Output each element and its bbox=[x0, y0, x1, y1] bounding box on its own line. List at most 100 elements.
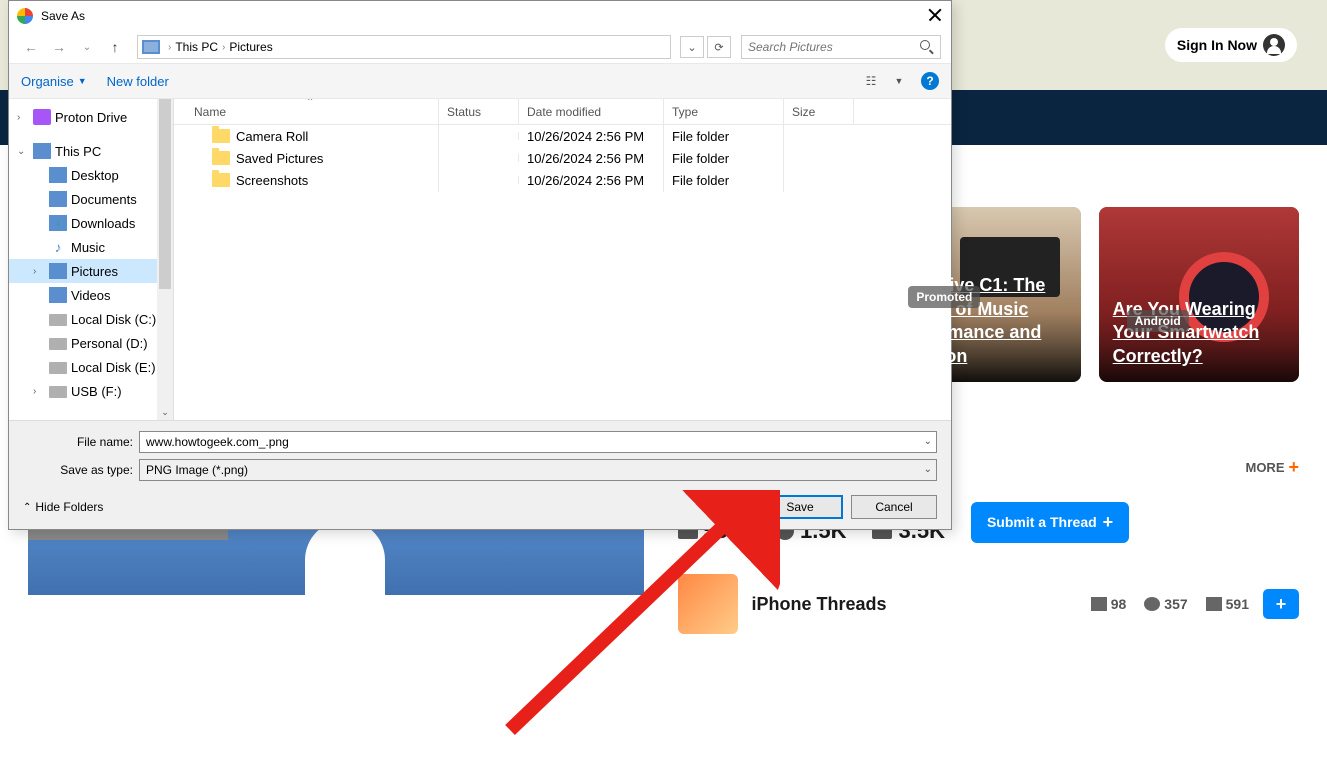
recent-dropdown-icon[interactable]: ⌄ bbox=[75, 35, 99, 59]
thread-item[interactable]: iPhone Threads 98 357 591 + bbox=[678, 574, 1300, 644]
tree-item-proton[interactable]: ›Proton Drive bbox=[9, 105, 173, 129]
save-button[interactable]: Save bbox=[757, 495, 843, 519]
cancel-button[interactable]: Cancel bbox=[851, 495, 937, 519]
disk-icon bbox=[49, 338, 67, 350]
scroll-down-icon[interactable]: ⌄ bbox=[157, 404, 173, 420]
pictures-icon bbox=[49, 263, 67, 279]
disk-icon bbox=[49, 362, 67, 374]
sort-icon: ⌃ bbox=[306, 99, 314, 108]
tree-item-desktop[interactable]: Desktop bbox=[9, 163, 173, 187]
desktop-icon bbox=[49, 167, 67, 183]
list-item[interactable]: Saved Pictures 10/26/2024 2:56 PM File f… bbox=[174, 147, 951, 169]
organise-menu[interactable]: Organise ▼ bbox=[21, 74, 87, 89]
tree-item-videos[interactable]: Videos bbox=[9, 283, 173, 307]
expand-icon[interactable]: › bbox=[33, 266, 45, 277]
view-dropdown-icon[interactable]: ▼ bbox=[885, 69, 913, 93]
chrome-icon bbox=[17, 8, 33, 24]
nav-row: ← → ⌄ ↑ › This PC › Pictures ⌄ ⟳ bbox=[9, 31, 951, 63]
disk-icon bbox=[49, 386, 67, 398]
chevron-down-icon[interactable]: ⌄ bbox=[924, 436, 932, 447]
breadcrumb-root[interactable]: This PC bbox=[175, 40, 218, 54]
list-item[interactable]: Camera Roll 10/26/2024 2:56 PM File fold… bbox=[174, 125, 951, 147]
search-input[interactable] bbox=[741, 35, 941, 59]
chevron-up-icon: ⌃ bbox=[23, 502, 31, 513]
promoted-badge: Promoted bbox=[908, 286, 980, 308]
breadcrumb-dropdown-icon[interactable]: ⌄ bbox=[680, 36, 704, 58]
tree-item-this-pc[interactable]: ⌄This PC bbox=[9, 139, 173, 163]
plus-icon: + bbox=[1288, 457, 1299, 478]
plus-icon: + bbox=[1103, 512, 1114, 533]
up-arrow-icon[interactable]: ↑ bbox=[103, 35, 127, 59]
scrollbar-thumb[interactable] bbox=[159, 99, 171, 289]
scrollbar[interactable]: ⌄ bbox=[157, 99, 173, 420]
tree-item-disk-c[interactable]: Local Disk (C:) bbox=[9, 307, 173, 331]
submit-thread-button[interactable]: Submit a Thread + bbox=[971, 502, 1129, 543]
file-name-field[interactable] bbox=[146, 435, 930, 449]
file-name-label: File name: bbox=[23, 435, 139, 449]
music-icon: ♪ bbox=[49, 239, 67, 255]
expand-icon[interactable]: › bbox=[17, 112, 29, 123]
refresh-icon[interactable]: ⟳ bbox=[707, 36, 731, 58]
file-list: ⌃Name Status Date modified Type Size Cam… bbox=[174, 99, 951, 420]
folder-tree: ›Proton Drive ⌄This PC Desktop Documents… bbox=[9, 99, 174, 420]
folder-icon bbox=[212, 173, 230, 187]
breadcrumb-folder[interactable]: Pictures bbox=[229, 40, 272, 54]
bottom-panel: File name: ⌄ Save as type: PNG Image (*.… bbox=[9, 420, 951, 529]
tree-item-disk-f[interactable]: ›USB (F:) bbox=[9, 379, 173, 403]
thread-thumbnail bbox=[678, 574, 738, 634]
forward-arrow-icon[interactable]: → bbox=[47, 35, 71, 59]
column-size[interactable]: Size bbox=[784, 99, 854, 124]
meta-users: 357 bbox=[1144, 596, 1187, 612]
folder-icon bbox=[212, 129, 230, 143]
videos-icon bbox=[49, 287, 67, 303]
new-folder-button[interactable]: New folder bbox=[107, 74, 169, 89]
column-date[interactable]: Date modified bbox=[519, 99, 664, 124]
views-icon bbox=[1091, 597, 1107, 611]
pc-icon bbox=[142, 40, 160, 54]
folder-icon bbox=[212, 151, 230, 165]
save-type-label: Save as type: bbox=[23, 463, 139, 477]
article-card-smartwatch[interactable]: Android Are You Wearing Your Smartwatch … bbox=[1099, 207, 1299, 382]
dialog-title: Save As bbox=[41, 9, 85, 23]
search-icon[interactable] bbox=[920, 40, 934, 54]
sign-in-label: Sign In Now bbox=[1177, 37, 1257, 53]
collapse-icon[interactable]: ⌄ bbox=[17, 146, 29, 157]
column-headers: ⌃Name Status Date modified Type Size bbox=[174, 99, 951, 125]
breadcrumb[interactable]: › This PC › Pictures bbox=[137, 35, 671, 59]
file-rows: Camera Roll 10/26/2024 2:56 PM File fold… bbox=[174, 125, 951, 191]
help-icon[interactable]: ? bbox=[921, 72, 939, 90]
expand-icon[interactable]: › bbox=[33, 386, 45, 397]
avatar-icon bbox=[1263, 34, 1285, 56]
more-link[interactable]: MORE + bbox=[1245, 457, 1299, 478]
chevron-down-icon[interactable]: ⌄ bbox=[924, 464, 932, 475]
chevron-right-icon: › bbox=[168, 42, 171, 53]
chevron-down-icon: ▼ bbox=[78, 76, 87, 86]
tree-item-disk-d[interactable]: Personal (D:) bbox=[9, 331, 173, 355]
save-as-dialog: Save As ← → ⌄ ↑ › This PC › Pictures ⌄ ⟳… bbox=[8, 0, 952, 530]
back-arrow-icon[interactable]: ← bbox=[19, 35, 43, 59]
save-type-select[interactable]: PNG Image (*.png) ⌄ bbox=[139, 459, 937, 481]
tree-item-downloads[interactable]: Downloads bbox=[9, 211, 173, 235]
users-icon bbox=[1144, 597, 1160, 611]
new-thread-button[interactable]: + bbox=[1263, 589, 1299, 619]
thread-title: iPhone Threads bbox=[752, 594, 887, 615]
tree-item-documents[interactable]: Documents bbox=[9, 187, 173, 211]
column-name[interactable]: ⌃Name bbox=[174, 99, 439, 124]
tree-item-music[interactable]: ♪Music bbox=[9, 235, 173, 259]
meta-views: 98 bbox=[1091, 596, 1127, 612]
sign-in-button[interactable]: Sign In Now bbox=[1165, 28, 1297, 62]
column-status[interactable]: Status bbox=[439, 99, 519, 124]
search-field[interactable] bbox=[748, 40, 920, 54]
close-icon[interactable] bbox=[927, 7, 943, 23]
toolbar: Organise ▼ New folder ☷ ▼ ? bbox=[9, 63, 951, 99]
column-type[interactable]: Type bbox=[664, 99, 784, 124]
hide-folders-toggle[interactable]: ⌃ Hide Folders bbox=[23, 500, 103, 514]
list-item[interactable]: Screenshots 10/26/2024 2:56 PM File fold… bbox=[174, 169, 951, 191]
pc-icon bbox=[33, 143, 51, 159]
file-name-input[interactable]: ⌄ bbox=[139, 431, 937, 453]
tree-item-pictures[interactable]: ›Pictures bbox=[9, 259, 173, 283]
meta-comments: 591 bbox=[1206, 596, 1249, 612]
documents-icon bbox=[49, 191, 67, 207]
tree-item-disk-e[interactable]: Local Disk (E:) bbox=[9, 355, 173, 379]
view-options-icon[interactable]: ☷ bbox=[857, 69, 885, 93]
